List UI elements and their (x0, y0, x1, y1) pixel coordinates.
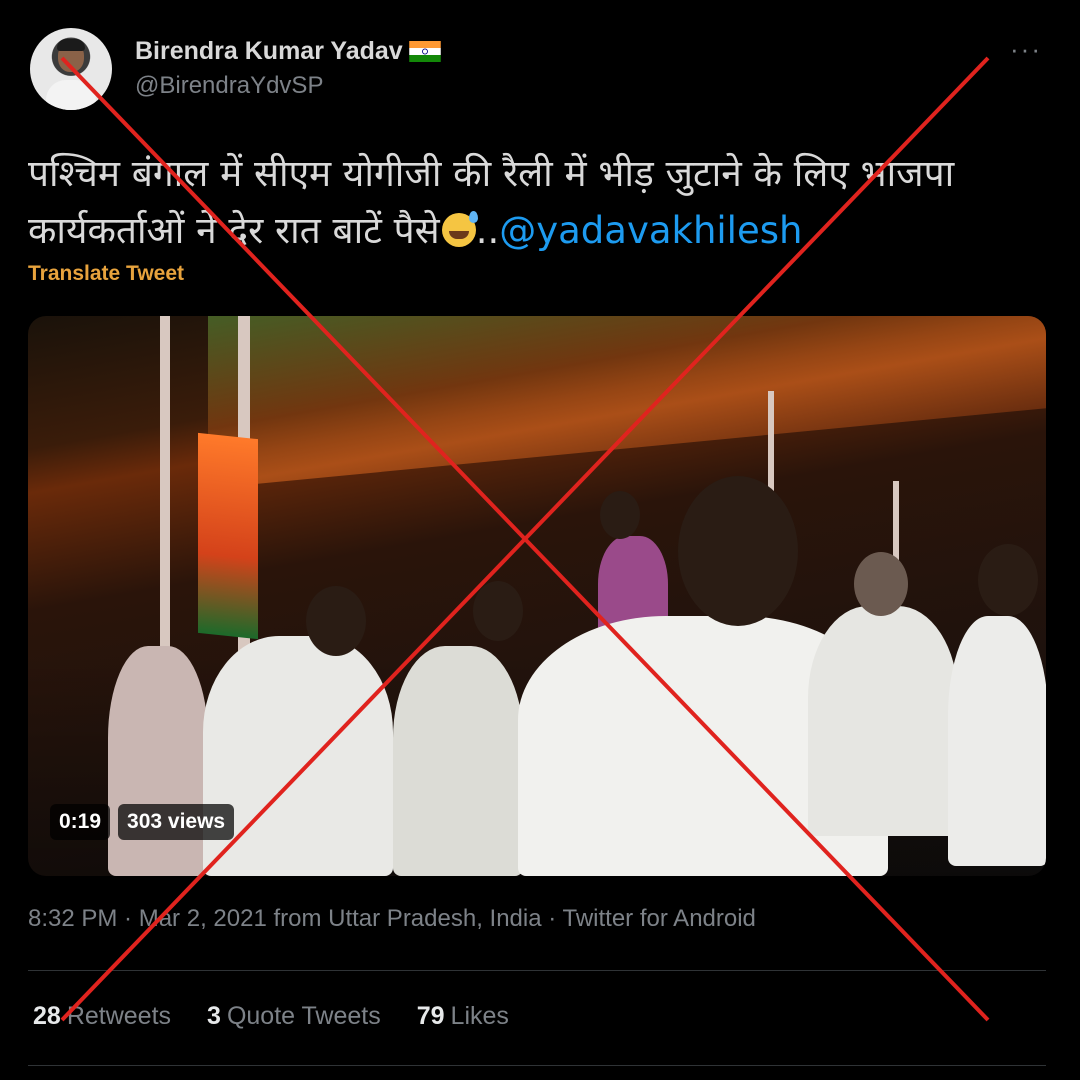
india-flag-icon (408, 41, 441, 62)
video-head (978, 544, 1038, 616)
stat-label: Retweets (66, 1002, 172, 1030)
avatar-shirt (46, 80, 96, 110)
tweet-text-line-2-prefix: कार्यकर्ताओं ने देर रात बाटें पैसे (28, 209, 440, 252)
video-head (306, 586, 366, 656)
video-person (203, 636, 393, 876)
video-flag (198, 432, 258, 640)
video-head (600, 491, 640, 539)
stat-retweets[interactable]: 28 Retweets (33, 1002, 171, 1031)
divider (28, 970, 1046, 971)
tweet-date-location[interactable]: Mar 2, 2021 from Uttar Pradesh, India (139, 905, 542, 932)
video-head (473, 581, 523, 641)
avatar[interactable] (30, 28, 112, 110)
tweet-text-line-2: कार्यकर्ताओं ने देर रात बाटें पैसे ..@yad… (28, 202, 1058, 259)
stat-label: Likes (450, 1002, 509, 1030)
video-pole (160, 316, 170, 676)
video-person (808, 606, 958, 836)
grinning-sweat-emoji-icon (441, 211, 478, 247)
tweet-text-separator: .. (475, 209, 500, 252)
tweet-stats: 28 Retweets 3 Quote Tweets 79 Likes (33, 1002, 509, 1031)
video-head (854, 552, 908, 616)
author-display-name[interactable]: Birendra Kumar Yadav (135, 37, 403, 66)
divider (28, 1065, 1046, 1066)
more-options-icon[interactable]: ··· (1010, 36, 1042, 62)
stat-label: Quote Tweets (226, 1002, 381, 1030)
video-overlay: 0:19 303 views (50, 804, 235, 840)
video-duration: 0:19 (50, 804, 111, 840)
stat-quote-tweets[interactable]: 3 Quote Tweets (207, 1002, 381, 1031)
stat-likes[interactable]: 79 Likes (417, 1002, 509, 1031)
stat-count: 3 (207, 1002, 221, 1030)
tweet-card: Birendra Kumar Yadav @BirendraYdvSP ··· … (0, 0, 1080, 1080)
video-person (393, 646, 523, 876)
author-handle[interactable]: @BirendraYdvSP (135, 72, 323, 100)
meta-separator: · (117, 905, 139, 932)
stat-count: 28 (33, 1002, 61, 1030)
tweet-text: पश्चिम बंगाल में सीएम योगीजी की रैली में… (28, 145, 1058, 259)
tweet-source[interactable]: Twitter for Android (562, 905, 755, 932)
tweet-text-line-1: पश्चिम बंगाल में सीएम योगीजी की रैली में… (28, 152, 955, 195)
stat-count: 79 (416, 1002, 445, 1030)
mention-link[interactable]: @yadavakhilesh (499, 209, 802, 252)
tweet-meta: 8:32 PM · Mar 2, 2021 from Uttar Pradesh… (28, 905, 756, 933)
video-head (678, 476, 798, 626)
avatar-hair (57, 39, 85, 51)
video-views: 303 views (118, 804, 235, 840)
video-player[interactable]: 0:19 303 views (28, 316, 1046, 876)
video-person (108, 646, 208, 876)
author-name-row: Birendra Kumar Yadav (135, 37, 441, 66)
video-person (948, 616, 1046, 866)
meta-separator: · (541, 905, 563, 932)
tweet-time[interactable]: 8:32 PM (28, 905, 117, 932)
translate-tweet-link[interactable]: Translate Tweet (28, 262, 184, 286)
